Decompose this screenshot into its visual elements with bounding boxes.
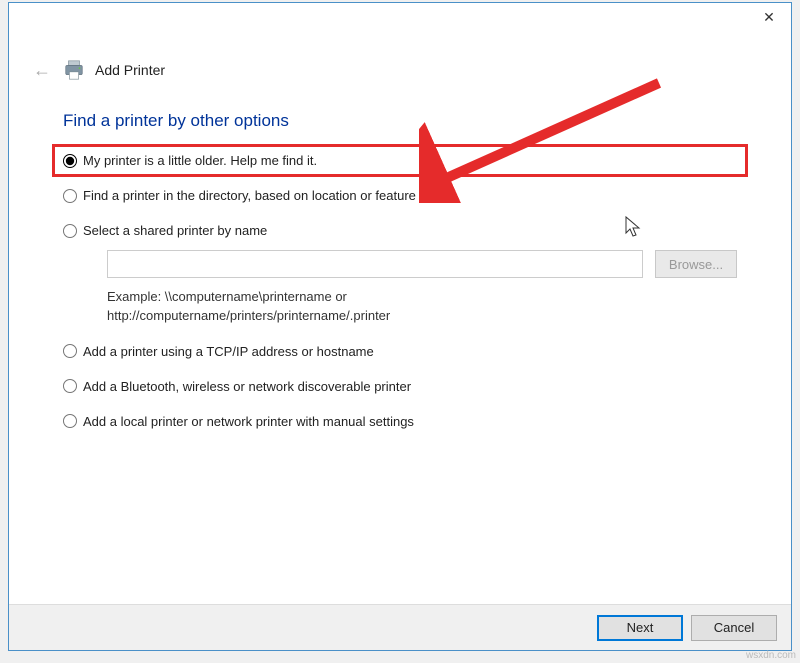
label-older-printer[interactable]: My printer is a little older. Help me fi…	[83, 153, 317, 168]
radio-shared[interactable]	[63, 224, 77, 238]
titlebar: ✕	[9, 3, 791, 35]
highlight-annotation: My printer is a little older. Help me fi…	[52, 144, 748, 177]
dialog-footer: Next Cancel	[9, 604, 791, 650]
add-printer-dialog: ✕ ← Add Printer Find a printer by other …	[8, 2, 792, 651]
label-shared[interactable]: Select a shared printer by name	[83, 223, 267, 238]
printer-icon	[63, 59, 85, 81]
close-icon: ✕	[763, 9, 775, 26]
label-bluetooth[interactable]: Add a Bluetooth, wireless or network dis…	[83, 379, 411, 394]
option-tcpip[interactable]: Add a printer using a TCP/IP address or …	[63, 344, 737, 359]
option-manual[interactable]: Add a local printer or network printer w…	[63, 414, 737, 429]
shared-name-input[interactable]	[107, 250, 643, 278]
back-arrow-icon: ←	[33, 60, 51, 80]
option-directory[interactable]: Find a printer in the directory, based o…	[63, 188, 737, 203]
browse-button: Browse...	[655, 250, 737, 278]
option-shared[interactable]: Select a shared printer by name	[63, 223, 737, 238]
watermark: wsxdn.com	[746, 650, 796, 661]
back-button[interactable]: ←	[33, 60, 53, 81]
page-heading: Find a printer by other options	[63, 111, 737, 131]
close-button[interactable]: ✕	[747, 3, 791, 31]
header-row: ← Add Printer	[9, 35, 791, 81]
label-tcpip[interactable]: Add a printer using a TCP/IP address or …	[83, 344, 374, 359]
radio-bluetooth[interactable]	[63, 379, 77, 393]
example-line-2: http://computername/printers/printername…	[107, 307, 737, 326]
label-directory[interactable]: Find a printer in the directory, based o…	[83, 188, 416, 203]
next-button[interactable]: Next	[597, 615, 683, 641]
radio-manual[interactable]	[63, 414, 77, 428]
shared-input-row: Browse...	[63, 250, 737, 278]
content-area: Find a printer by other options My print…	[9, 81, 791, 429]
radio-older-printer[interactable]	[63, 154, 77, 168]
cancel-button[interactable]: Cancel	[691, 615, 777, 641]
radio-tcpip[interactable]	[63, 344, 77, 358]
radio-directory[interactable]	[63, 189, 77, 203]
option-bluetooth[interactable]: Add a Bluetooth, wireless or network dis…	[63, 379, 737, 394]
header-title: Add Printer	[95, 62, 165, 78]
example-line-1: Example: \\computername\printername or	[107, 288, 737, 307]
label-manual[interactable]: Add a local printer or network printer w…	[83, 414, 414, 429]
option-older-printer[interactable]: My printer is a little older. Help me fi…	[63, 153, 737, 168]
example-text: Example: \\computername\printername or h…	[63, 288, 737, 326]
